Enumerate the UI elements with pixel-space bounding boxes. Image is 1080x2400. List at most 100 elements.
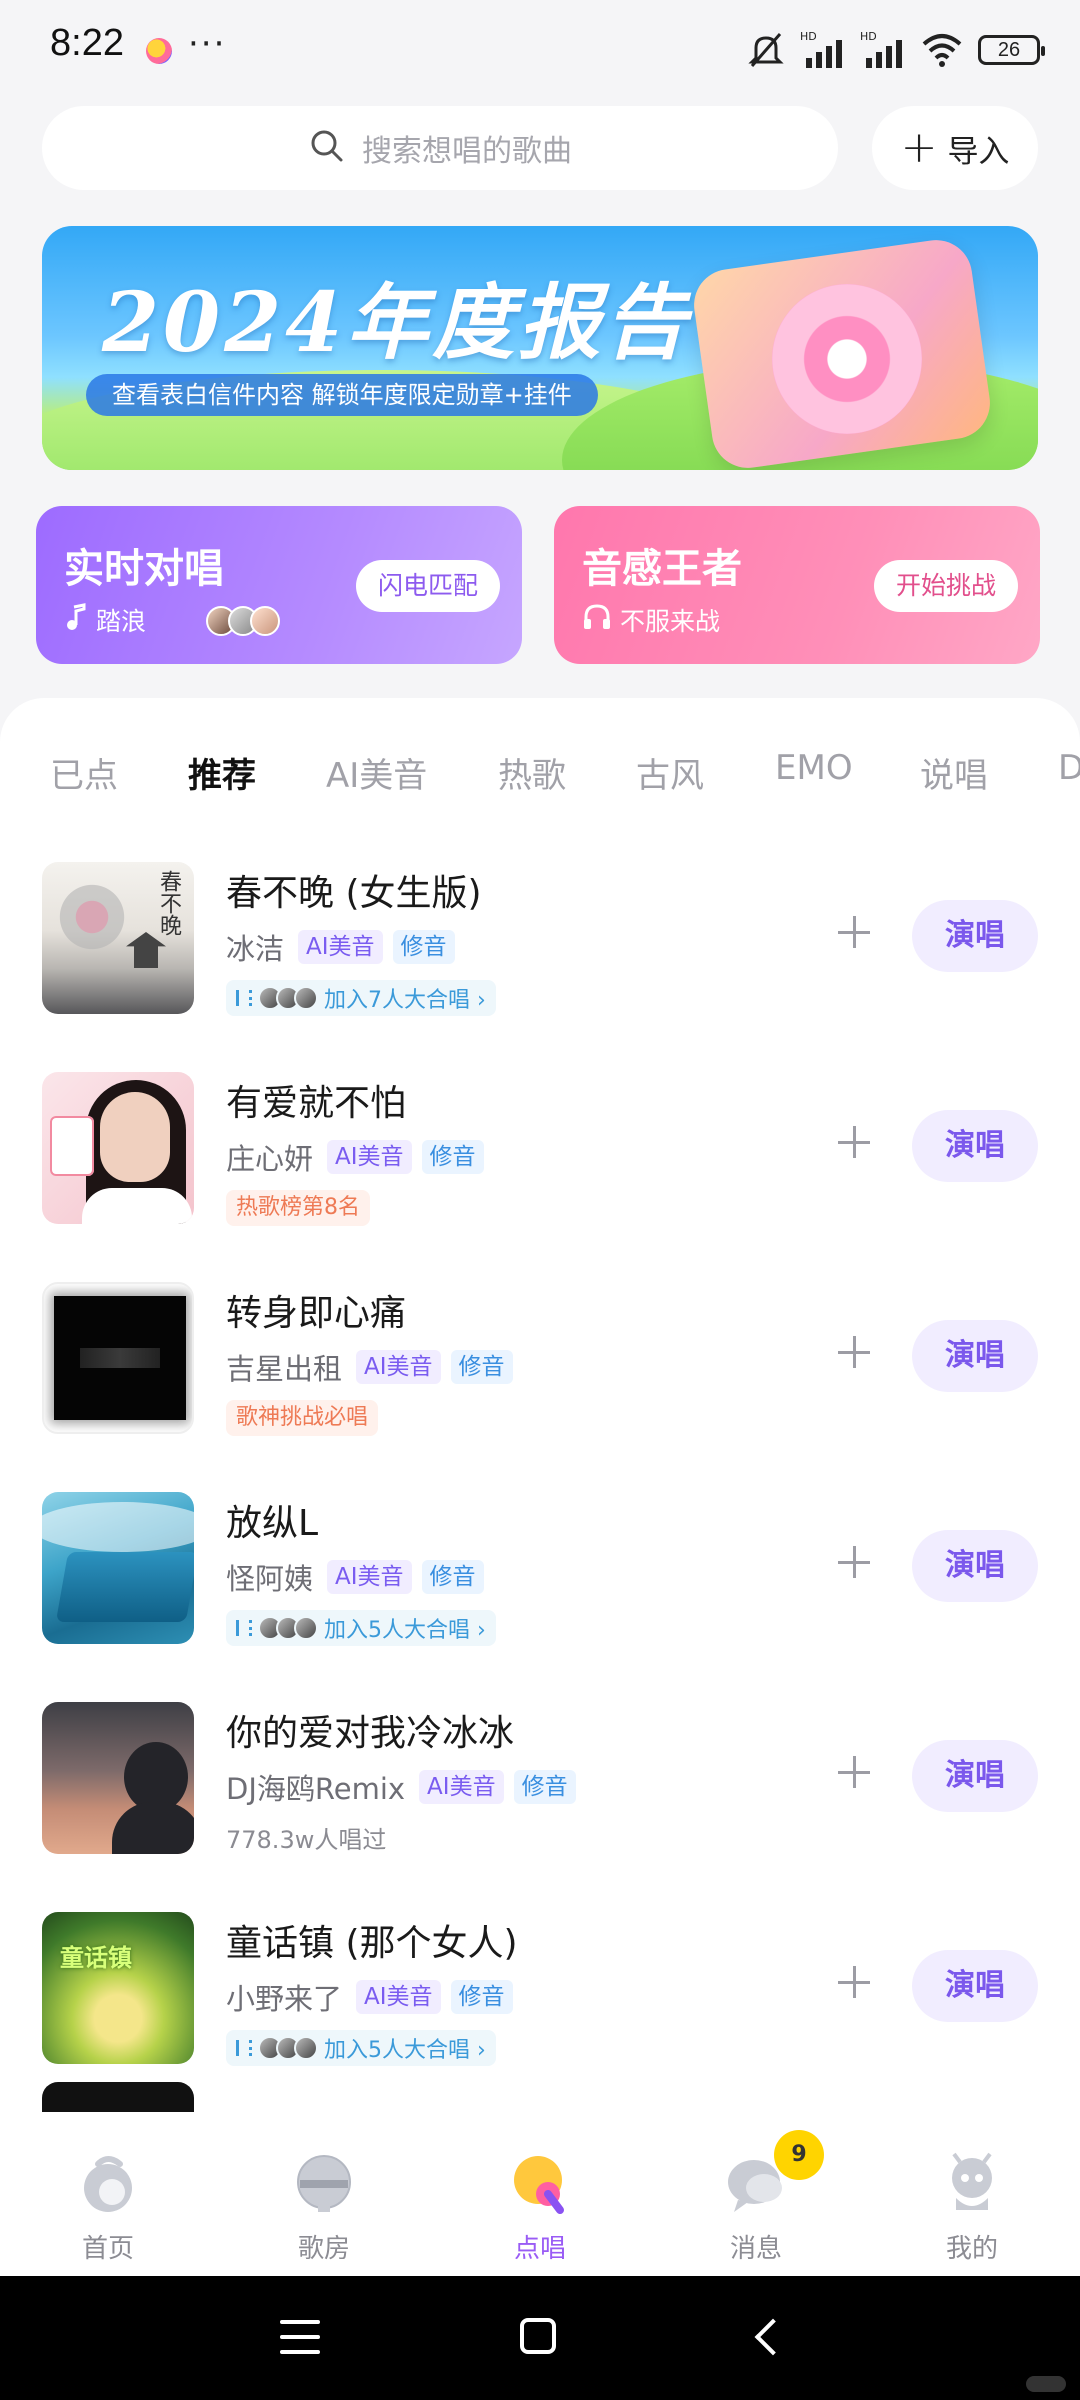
song-item[interactable]: 童话镇 童话镇 (那个女人) 小野来了 AI美音 修音 加入5人大合唱 › 演唱 (0, 1912, 1080, 2082)
song-title: 你的爱对我冷冰冰 (226, 1713, 515, 1754)
singer-name: 冰洁 (226, 932, 285, 966)
signal-icon-2: HD (860, 30, 906, 70)
song-item[interactable]: 春不晚 春不晚 (女生版) 冰洁 AI美音 修音 加入7人大合唱 › 演唱 (0, 862, 1080, 1032)
watermark (1026, 2376, 1066, 2392)
nav-label: 消息 (729, 2234, 782, 2264)
ai-voice-tag: AI美音 (327, 1140, 412, 1174)
back-icon[interactable] (754, 2318, 792, 2356)
unread-badge: 9 (774, 2130, 824, 2180)
ai-voice-tag: AI美音 (356, 1350, 441, 1384)
join-chorus-link[interactable]: 加入5人大合唱 › (226, 1610, 496, 1646)
avatar-group (258, 2036, 318, 2060)
music-note-icon (64, 603, 88, 637)
flash-match-button[interactable]: 闪电匹配 (355, 560, 500, 612)
nav-label: 点唱 (513, 2234, 566, 2264)
avatar-group (206, 606, 280, 636)
sing-button[interactable]: 演唱 (912, 1740, 1038, 1812)
card-subtitle-text: 不服来战 (620, 607, 721, 636)
sound-wave-icon (236, 1620, 252, 1636)
nav-room[interactable]: 歌房 (244, 2120, 404, 2276)
song-cover: 春不晚 (42, 862, 194, 1014)
song-title: 转身即心痛 (226, 1293, 407, 1334)
status-icons: HD HD 26 (746, 28, 1045, 72)
card-title: 音感王者 (582, 546, 742, 592)
song-item[interactable]: 你的爱对我冷冰冰 DJ海鸥Remix AI美音 修音 778.3w人唱过 演唱 (0, 1702, 1080, 1872)
sing-button[interactable]: 演唱 (912, 1950, 1038, 2022)
app-notification-icon (146, 38, 172, 64)
profile-icon (940, 2152, 1004, 2216)
home-button-icon[interactable] (520, 2318, 556, 2354)
tab-emo[interactable]: EMO (775, 748, 853, 788)
svg-text:HD: HD (860, 30, 877, 43)
annual-report-banner[interactable]: 2024年度报告 查看表白信件内容 解锁年度限定勋章+挂件 (42, 226, 1038, 470)
tab-hot[interactable]: 热歌 (498, 748, 566, 797)
pitch-fix-tag: 修音 (421, 1140, 484, 1174)
tab-ai-voice[interactable]: AI美音 (326, 748, 427, 797)
rank-badge: 热歌榜第8名 (226, 1190, 370, 1226)
song-meta: 庄心妍 AI美音 修音 (226, 1136, 484, 1178)
song-title: 有爱就不怕 (226, 1083, 407, 1124)
song-item[interactable]: 转身即心痛 吉星出租 AI美音 修音 歌神挑战必唱 演唱 (0, 1282, 1080, 1452)
song-cover (42, 1282, 194, 1434)
realtime-duet-card[interactable]: 实时对唱 踏浪 闪电匹配 (36, 506, 522, 664)
sing-button[interactable]: 演唱 (912, 900, 1038, 972)
start-challenge-button[interactable]: 开始挑战 (873, 560, 1018, 612)
song-title: 童话镇 (那个女人) (226, 1923, 518, 1964)
song-panel: 已点 推荐 AI美音 热歌 古风 EMO 说唱 D 春不晚 春不晚 (女生版) … (0, 698, 1080, 2120)
song-meta: 冰洁 AI美音 修音 (226, 926, 455, 968)
card-subtitle: 不服来战 (582, 602, 720, 638)
tab-requested[interactable]: 已点 (50, 748, 118, 797)
add-icon[interactable] (832, 1750, 876, 1794)
singer-name: 小野来了 (226, 1982, 343, 2016)
song-meta: 小野来了 AI美音 修音 (226, 1976, 513, 2018)
avatar-group (258, 986, 318, 1010)
bottom-nav: 首页 歌房 点唱 9 消息 我的 (0, 2120, 1080, 2276)
add-icon[interactable] (832, 1120, 876, 1164)
sing-button[interactable]: 演唱 (912, 1110, 1038, 1182)
tab-more[interactable]: D (1058, 748, 1080, 788)
sing-button[interactable]: 演唱 (912, 1530, 1038, 1602)
avatar (250, 606, 280, 636)
singer-name: 庄心妍 (226, 1142, 314, 1176)
recent-apps-icon[interactable] (280, 2320, 320, 2354)
sound-wave-icon (236, 990, 252, 1006)
avatar-group (258, 1616, 318, 1640)
ai-voice-tag: AI美音 (419, 1770, 504, 1804)
more-icon: ··· (188, 24, 227, 64)
tab-recommended[interactable]: 推荐 (188, 748, 256, 797)
ai-voice-tag: AI美音 (298, 930, 383, 964)
song-cover (42, 1072, 194, 1224)
join-chorus-link[interactable]: 加入7人大合唱 › (226, 980, 496, 1016)
tab-ancient-style[interactable]: 古风 (636, 748, 704, 797)
mute-icon (746, 30, 786, 70)
song-title: 放纵L (226, 1503, 319, 1544)
add-icon[interactable] (832, 1330, 876, 1374)
add-icon[interactable] (832, 1540, 876, 1584)
add-icon[interactable] (832, 1960, 876, 2004)
add-icon[interactable] (832, 910, 876, 954)
ai-voice-tag: AI美音 (356, 1980, 441, 2014)
nav-sing[interactable]: 点唱 (460, 2120, 620, 2276)
nav-label: 我的 (945, 2234, 998, 2264)
nav-home[interactable]: 首页 (28, 2120, 188, 2276)
singer-name: 吉星出租 (226, 1352, 343, 1386)
pitch-fix-tag: 修音 (450, 1980, 513, 2014)
tab-rap[interactable]: 说唱 (920, 748, 988, 797)
signal-icon: HD (800, 30, 846, 70)
nav-profile[interactable]: 我的 (892, 2120, 1052, 2276)
song-cover: 童话镇 (42, 1912, 194, 2064)
ai-voice-tag: AI美音 (327, 1560, 412, 1594)
search-icon (308, 127, 346, 169)
challenge-badge: 歌神挑战必唱 (226, 1400, 379, 1436)
song-item[interactable]: 放纵L 怪阿姨 AI美音 修音 加入5人大合唱 › 演唱 (0, 1492, 1080, 1662)
search-bar[interactable]: 搜索想唱的歌曲 (42, 106, 838, 190)
sing-button[interactable]: 演唱 (912, 1320, 1038, 1392)
banner-title: 2024年度报告 (102, 275, 691, 371)
card-title: 实时对唱 (64, 546, 224, 592)
song-item[interactable]: 有爱就不怕 庄心妍 AI美音 修音 热歌榜第8名 演唱 (0, 1072, 1080, 1242)
headphones-icon (582, 603, 612, 637)
join-chorus-link[interactable]: 加入5人大合唱 › (226, 2030, 496, 2066)
import-button[interactable]: + 导入 (872, 106, 1038, 190)
nav-messages[interactable]: 9 消息 (676, 2120, 836, 2276)
pitch-king-card[interactable]: 音感王者 不服来战 开始挑战 (554, 506, 1040, 664)
